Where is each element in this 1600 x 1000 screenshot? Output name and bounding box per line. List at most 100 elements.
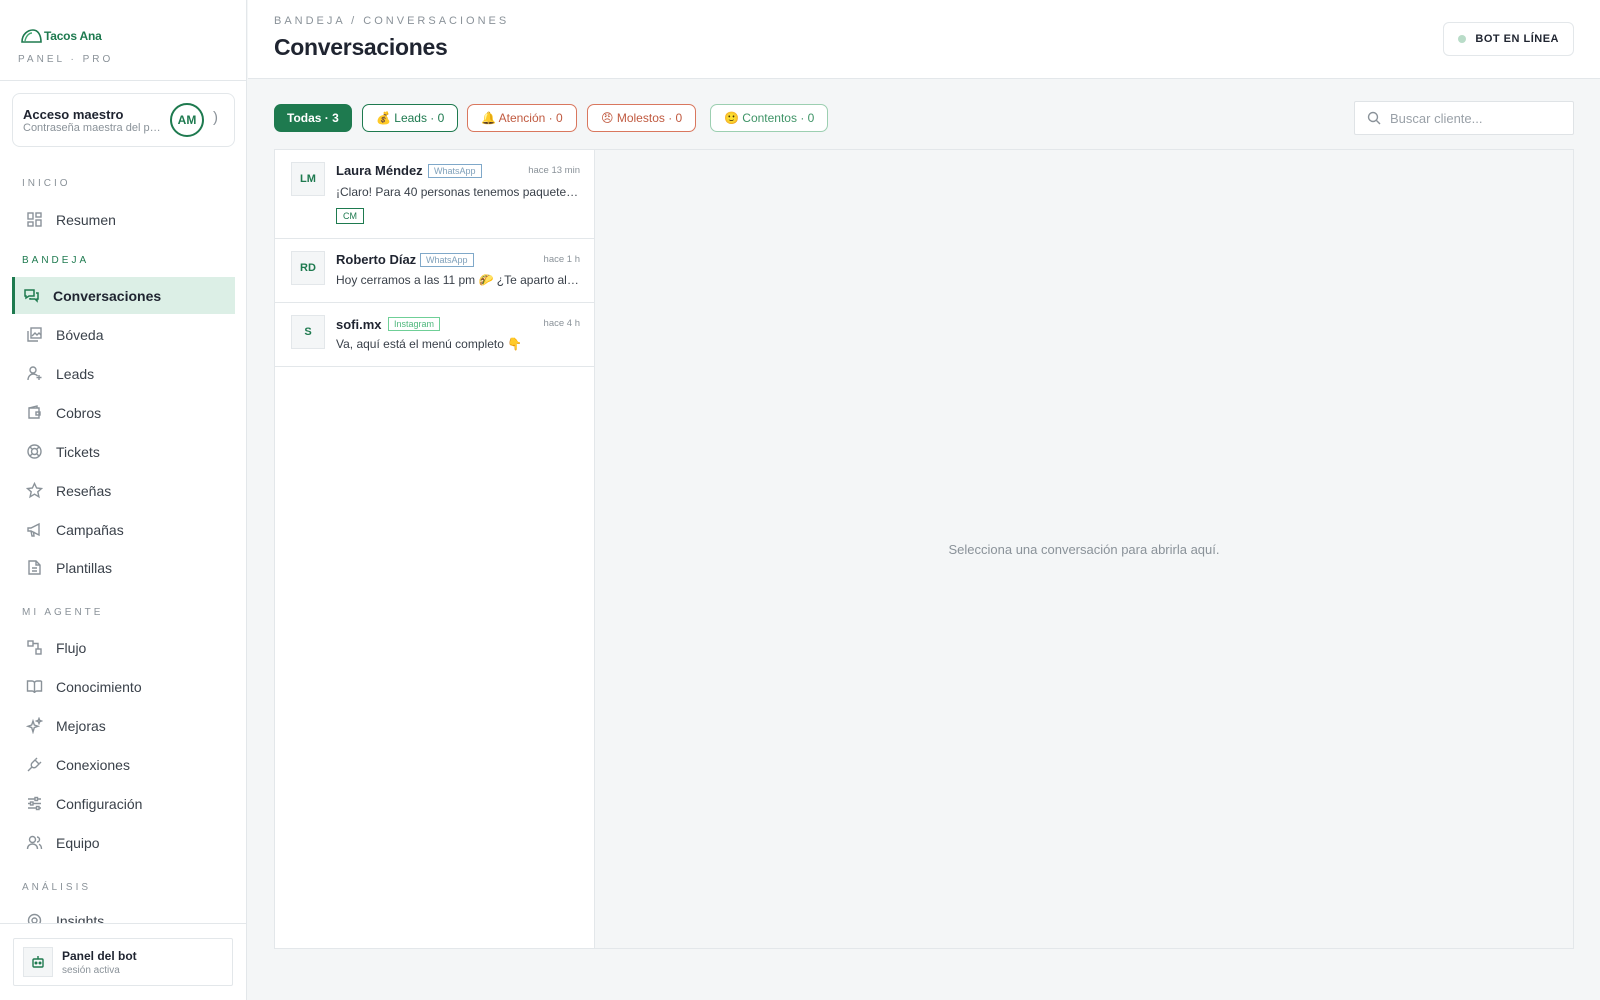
sidebar-item-configuracion[interactable]: Configuración bbox=[12, 785, 235, 822]
flow-icon bbox=[26, 639, 43, 656]
sidebar-item-cobros[interactable]: Cobros bbox=[12, 394, 235, 431]
book-icon bbox=[26, 678, 43, 695]
sidebar-item-resenas[interactable]: Reseñas bbox=[12, 472, 235, 509]
user-plus-icon bbox=[26, 365, 43, 382]
sidebar-item-label: Conexiones bbox=[56, 756, 130, 773]
sidebar-item-tickets[interactable]: Tickets bbox=[12, 433, 235, 470]
star-icon bbox=[26, 482, 43, 499]
message-preview: Hoy cerramos a las 11 pm 🌮 ¿Te aparto al… bbox=[336, 273, 580, 287]
empty-state-message: Selecciona una conversación para abrirla… bbox=[948, 542, 1220, 557]
document-icon bbox=[26, 559, 43, 576]
avatar[interactable]: AM bbox=[170, 103, 204, 137]
sidebar-item-plantillas[interactable]: Plantillas bbox=[12, 549, 235, 586]
chat-icon bbox=[23, 287, 40, 304]
nav-section-bandeja: BANDEJA bbox=[22, 255, 90, 266]
search-icon bbox=[1367, 111, 1381, 125]
sidebar-item-label: Flujo bbox=[56, 639, 87, 656]
list-item[interactable]: RD Roberto Díaz WhatsApp hace 1 h Hoy ce… bbox=[275, 239, 594, 303]
sidebar-item-label: Cobros bbox=[56, 404, 102, 421]
bot-panel-title: Panel del bot bbox=[62, 948, 137, 963]
message-time: hace 4 h bbox=[543, 318, 580, 329]
filter-all-button[interactable]: Todas · 3 bbox=[274, 104, 352, 132]
contact-name: Roberto Díaz bbox=[336, 252, 417, 267]
sidebar-item-label: Resumen bbox=[56, 211, 116, 228]
brand-subtitle: PANEL · PRO bbox=[18, 54, 114, 65]
bot-panel-card[interactable]: Panel del bot sesión activa bbox=[13, 938, 233, 986]
filter-happy-button[interactable]: 🙂 Contentos · 0 bbox=[710, 104, 829, 132]
status-badge: CM bbox=[336, 208, 364, 224]
sidebar-item-conocimiento[interactable]: Conocimiento bbox=[12, 668, 235, 705]
grid-icon bbox=[26, 211, 43, 228]
nav-section-analisis: ANÁLISIS bbox=[22, 882, 92, 893]
avatar: S bbox=[291, 315, 325, 349]
nav-section-agente: MI AGENTE bbox=[22, 607, 104, 618]
brand: Tacos Ana PANEL · PRO bbox=[0, 0, 246, 81]
sidebar-item-boveda[interactable]: Bóveda bbox=[12, 316, 235, 353]
sidebar-item-label: Leads bbox=[56, 365, 95, 382]
contact-name: Laura Méndez bbox=[336, 163, 423, 178]
sidebar: Tacos Ana PANEL · PRO Acceso maestro Con… bbox=[0, 0, 247, 1000]
page-header: BANDEJA / CONVERSACIONES Conversaciones … bbox=[248, 0, 1600, 79]
users-icon bbox=[26, 834, 43, 851]
brand-logo[interactable]: Tacos Ana bbox=[20, 26, 246, 46]
sidebar-footer: Panel del bot sesión activa bbox=[0, 923, 246, 1000]
lifebuoy-icon bbox=[26, 443, 43, 460]
sidebar-item-flujo[interactable]: Flujo bbox=[12, 629, 235, 666]
conversation-list: LM Laura Méndez WhatsApp hace 13 min ¡Cl… bbox=[274, 149, 595, 949]
sidebar-item-label: Campañas bbox=[56, 521, 124, 538]
master-access-title: Acceso maestro bbox=[23, 107, 124, 122]
master-access-subtitle: Contraseña maestra del panel bbox=[23, 122, 163, 134]
avatar: RD bbox=[291, 251, 325, 285]
nav-section-inicio: INICIO bbox=[22, 178, 71, 189]
images-icon bbox=[26, 326, 43, 343]
list-item[interactable]: S sofi.mx Instagram hace 4 h Va, aquí es… bbox=[275, 303, 594, 367]
list-item[interactable]: LM Laura Méndez WhatsApp hace 13 min ¡Cl… bbox=[275, 150, 594, 239]
bot-panel-subtitle: sesión activa bbox=[62, 964, 120, 976]
contact-name: sofi.mx bbox=[336, 317, 382, 332]
page-title: Conversaciones bbox=[274, 34, 448, 60]
search-box[interactable] bbox=[1354, 101, 1574, 135]
taco-logo-icon bbox=[21, 29, 42, 43]
sidebar-item-label: Mejoras bbox=[56, 717, 106, 734]
sidebar-item-campanas[interactable]: Campañas bbox=[12, 511, 235, 548]
wallet-icon bbox=[26, 404, 43, 421]
sidebar-item-label: Bóveda bbox=[56, 326, 104, 343]
sidebar-item-label: Configuración bbox=[56, 795, 143, 812]
plug-icon bbox=[26, 756, 43, 773]
status-label: BOT EN LÍNEA bbox=[1475, 33, 1559, 45]
sidebar-item-label: Conversaciones bbox=[53, 287, 162, 304]
breadcrumb: BANDEJA / CONVERSACIONES bbox=[274, 15, 510, 27]
sidebar-item-leads[interactable]: Leads bbox=[12, 355, 235, 392]
sidebar-item-resumen[interactable]: Resumen bbox=[12, 201, 235, 238]
search-input[interactable] bbox=[1390, 110, 1560, 126]
message-preview: Va, aquí está el menú completo 👇 bbox=[336, 337, 523, 351]
avatar: LM bbox=[291, 162, 325, 196]
megaphone-icon bbox=[26, 521, 43, 538]
sidebar-item-label: Equipo bbox=[56, 834, 100, 851]
collapse-toggle[interactable]: ) bbox=[213, 109, 218, 126]
channel-badge: WhatsApp bbox=[428, 164, 482, 178]
filter-attention-button[interactable]: 🔔 Atención · 0 bbox=[467, 104, 577, 132]
sparkles-icon bbox=[26, 717, 43, 734]
sidebar-item-conversaciones[interactable]: Conversaciones bbox=[12, 277, 235, 314]
sidebar-item-conexiones[interactable]: Conexiones bbox=[12, 746, 235, 783]
channel-badge: Instagram bbox=[388, 317, 441, 331]
message-preview: ¡Claro! Para 40 personas tenemos paquete… bbox=[336, 185, 580, 199]
message-time: hace 13 min bbox=[528, 165, 580, 176]
filter-leads-button[interactable]: 💰 Leads · 0 bbox=[362, 104, 459, 132]
brand-name: Tacos Ana bbox=[44, 29, 102, 43]
sidebar-item-equipo[interactable]: Equipo bbox=[12, 824, 235, 861]
filter-annoyed-button[interactable]: 😠 Molestos · 0 bbox=[587, 104, 697, 132]
sidebar-item-label: Reseñas bbox=[56, 482, 112, 499]
robot-icon bbox=[23, 947, 53, 977]
channel-badge: WhatsApp bbox=[420, 253, 474, 267]
status-dot-icon bbox=[1458, 35, 1467, 43]
sidebar-item-label: Tickets bbox=[56, 443, 100, 460]
conversation-detail: Selecciona una conversación para abrirla… bbox=[595, 149, 1574, 949]
status-badge[interactable]: BOT EN LÍNEA bbox=[1443, 22, 1574, 56]
sidebar-item-mejoras[interactable]: Mejoras bbox=[12, 707, 235, 744]
sliders-icon bbox=[26, 795, 43, 812]
master-access-card[interactable]: Acceso maestro Contraseña maestra del pa… bbox=[12, 93, 235, 147]
sidebar-item-label: Conocimiento bbox=[56, 678, 142, 695]
message-time: hace 1 h bbox=[543, 254, 580, 265]
